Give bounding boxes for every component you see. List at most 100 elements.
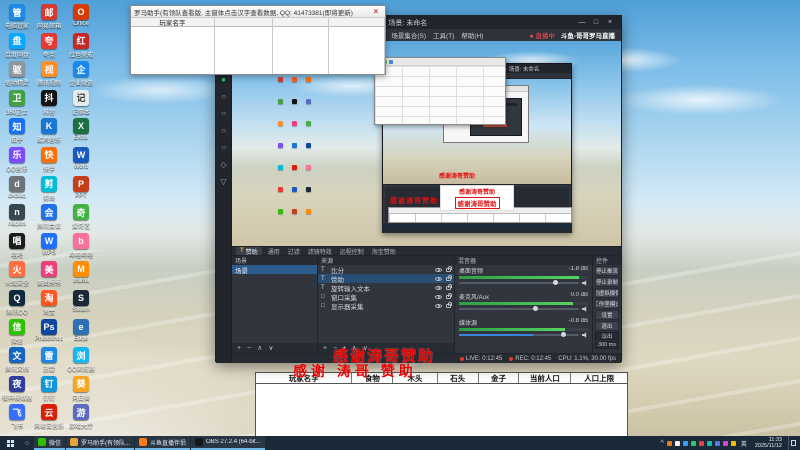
visibility-eye-icon[interactable] — [435, 276, 442, 281]
desktop-icon[interactable]: 唱 唱吧 — [2, 232, 32, 262]
control-button[interactable]: 启动虚拟摄像机 — [595, 288, 619, 298]
tray-app-icon[interactable] — [666, 440, 672, 446]
visibility-eye-icon[interactable] — [435, 285, 442, 290]
ime-indicator[interactable]: 英 — [739, 439, 749, 448]
scenes-toolbar-icon[interactable]: − — [247, 345, 251, 352]
scenes-toolbar-icon[interactable]: ∨ — [268, 344, 273, 352]
control-button[interactable]: 停止录制 — [595, 277, 619, 287]
volume-slider-track[interactable] — [459, 332, 579, 337]
desktop-icon[interactable]: O Office — [66, 4, 96, 33]
desktop-icon[interactable]: 美 美图秀秀 — [34, 261, 64, 290]
desktop-icon[interactable]: 知 知乎 — [2, 118, 32, 147]
visibility-eye-icon[interactable] — [435, 267, 442, 272]
desktop-icon[interactable]: K 酷狗音乐 — [34, 118, 64, 147]
menu-item[interactable]: 工具(T) — [433, 30, 454, 40]
desktop-icon[interactable]: 葵 向日葵 — [66, 375, 96, 405]
taskbar-app-button[interactable]: 斗鱼直播伴侣 — [135, 436, 191, 450]
tray-app-icon[interactable] — [674, 440, 680, 446]
sources-toolbar-icon[interactable]: + — [323, 345, 327, 352]
desktop-icon[interactable]: P PPT — [66, 175, 96, 205]
desktop-icon[interactable]: 飞 飞书 — [2, 404, 32, 433]
side-tool-icon[interactable]: ○ — [221, 127, 226, 135]
scenes-toolbar-icon[interactable]: ∧ — [257, 344, 262, 352]
window-button[interactable]: □ — [589, 19, 603, 26]
taskbar-app-button[interactable]: 罗马助手(有领队... — [66, 436, 135, 450]
helper-title-bar[interactable]: 罗马助手(有领队查看版, 主窗体点击汉字查看数据, QQ: 41473381(即… — [131, 6, 385, 18]
side-tool-icon[interactable]: ● — [221, 76, 226, 84]
desktop-icon[interactable]: 驱 驱动精灵 — [2, 61, 32, 90]
transition-select[interactable]: 淡出 — [595, 332, 619, 340]
tray-app-icon[interactable] — [690, 440, 696, 446]
tray-app-icon[interactable] — [706, 440, 712, 446]
desktop-icon[interactable]: 信 微信 — [2, 318, 32, 348]
desktop-icon[interactable]: 文 腾讯文档 — [2, 347, 32, 376]
tray-chevron-icon[interactable]: ^ — [661, 440, 664, 447]
desktop-icon[interactable]: S Steam — [66, 289, 96, 319]
desktop-icon[interactable]: 抖 抖音 — [34, 89, 64, 119]
tray-app-icon[interactable] — [730, 440, 736, 446]
desktop-icon[interactable]: W Word — [66, 146, 96, 176]
search-icon[interactable]: ○ — [20, 440, 34, 447]
close-icon[interactable]: × — [370, 7, 382, 16]
volume-slider-knob[interactable] — [552, 280, 558, 285]
side-tool-icon[interactable]: ○ — [221, 93, 226, 101]
desktop-icon[interactable]: M MuMu — [66, 261, 96, 290]
lock-icon[interactable] — [446, 274, 452, 281]
desktop-icon[interactable]: 乐 QQ音乐 — [2, 146, 32, 176]
source-row[interactable]: □ 显示器采集 — [318, 301, 454, 311]
lock-icon[interactable] — [446, 301, 452, 308]
side-tool-icon[interactable]: ◇ — [220, 161, 226, 169]
start-button[interactable] — [0, 436, 20, 450]
desktop-icon[interactable]: Ps Photoshop — [34, 318, 64, 348]
lock-icon[interactable] — [446, 283, 452, 290]
volume-slider-knob[interactable] — [561, 332, 566, 337]
side-tool-icon[interactable]: ○ — [221, 110, 226, 118]
notification-icon[interactable] — [788, 436, 798, 450]
desktop-icon[interactable]: 管 电脑管家 — [2, 4, 32, 33]
desktop-icon[interactable]: b 哔哩哔哩 — [66, 232, 96, 262]
tray-app-icon[interactable] — [682, 440, 688, 446]
taskbar-pinned-button[interactable]: 微信 — [34, 436, 66, 450]
menu-item[interactable]: 帮助(H) — [461, 30, 483, 40]
desktop-icon[interactable]: 红 红色警戒 — [66, 32, 96, 62]
transition-duration[interactable]: 300 ms — [595, 341, 619, 349]
taskbar-app-button[interactable]: OBS 27.2.4 (64-bit... — [191, 436, 265, 450]
speaker-icon[interactable] — [582, 306, 587, 312]
side-tool-icon[interactable]: ○ — [221, 144, 226, 152]
control-button[interactable]: 设置 — [595, 310, 619, 320]
control-button[interactable]: 退出 — [595, 321, 619, 331]
desktop-icon[interactable]: 淘 淘宝 — [34, 289, 64, 319]
desktop-icon[interactable]: 会 腾讯会议 — [34, 204, 64, 233]
control-button[interactable]: 停止推流 — [595, 266, 619, 276]
menu-item[interactable]: 场景集合(S) — [391, 30, 426, 40]
side-tool-icon[interactable]: ▽ — [220, 178, 226, 186]
lock-icon[interactable] — [446, 265, 452, 272]
scene-item[interactable]: 场景 — [232, 265, 317, 275]
desktop-icon[interactable]: e Edge — [66, 318, 96, 348]
desktop-icon[interactable]: 卫 360卫士 — [2, 89, 32, 119]
taskbar-clock[interactable]: 11:33 2025/11/12 — [752, 437, 785, 449]
desktop-icon[interactable]: W WPS — [34, 232, 64, 262]
visibility-eye-icon[interactable] — [435, 294, 442, 299]
desktop-icon[interactable]: 企 企业微信 — [66, 61, 96, 90]
window-button[interactable]: × — [603, 19, 617, 26]
desktop-icon[interactable]: n nagios — [2, 204, 32, 233]
tray-app-icon[interactable] — [698, 440, 704, 446]
desktop-icon[interactable]: 快 快手 — [34, 146, 64, 176]
desktop-icon[interactable]: Q 腾讯QQ — [2, 289, 32, 319]
speaker-icon[interactable] — [582, 332, 587, 338]
control-button[interactable]: 工作室模式 — [595, 299, 619, 309]
desktop-icon[interactable]: 夜 夜神模拟器 — [2, 375, 32, 405]
desktop-icon[interactable]: X Excel — [66, 118, 96, 147]
lock-icon[interactable] — [446, 292, 452, 299]
desktop-icon[interactable]: 视 腾讯视频 — [34, 61, 64, 90]
desktop-icon[interactable]: 记 记事本 — [66, 89, 96, 119]
volume-slider-knob[interactable] — [533, 306, 539, 311]
desktop-icon[interactable]: 奇 爱奇艺 — [66, 204, 96, 233]
tray-app-icon[interactable] — [714, 440, 720, 446]
visibility-eye-icon[interactable] — [435, 303, 442, 308]
window-button[interactable]: — — [575, 19, 589, 26]
desktop-icon[interactable]: 游 游戏大厅 — [66, 404, 96, 433]
desktop-icon[interactable]: d dxdiag — [2, 175, 32, 205]
desktop-icon[interactable]: 夸 夸克 — [34, 32, 64, 62]
